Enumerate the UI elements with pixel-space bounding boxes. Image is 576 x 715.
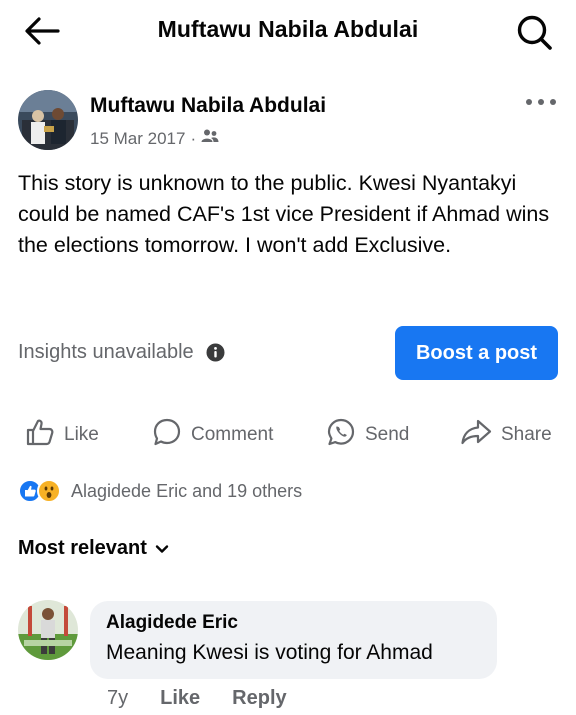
info-icon[interactable] (206, 343, 225, 362)
post-actions: Like Comment Send Share (0, 412, 576, 458)
insights-label: Insights unavailable (18, 341, 194, 363)
comment-text: Meaning Kwesi is voting for Ahmad (106, 641, 433, 664)
comment-button[interactable]: Comment (152, 412, 273, 458)
comment-actions: 7y Like Reply (107, 687, 319, 710)
comments-sort-dropdown[interactable]: Most relevant (18, 537, 169, 560)
more-horizontal-icon[interactable] (524, 94, 558, 114)
insights-row: Insights unavailable (18, 341, 225, 364)
thumbs-up-icon (25, 417, 64, 453)
send-button[interactable]: Send (326, 412, 409, 458)
comment-age: 7y (107, 687, 129, 709)
author-avatar[interactable] (18, 90, 78, 150)
top-bar: Muftawu Nabila Abdulai (0, 0, 576, 62)
search-icon[interactable] (514, 12, 554, 52)
friends-icon (201, 128, 219, 149)
sort-label: Most relevant (18, 537, 147, 559)
share-label: Share (501, 424, 552, 445)
comment-bubble[interactable]: Alagidede Eric Meaning Kwesi is voting f… (90, 601, 497, 679)
reaction-icons (18, 479, 61, 503)
post-text: This story is unknown to the public. Kwe… (18, 171, 550, 257)
post-author-name[interactable]: Muftawu Nabila Abdulai (90, 94, 326, 118)
reactions-summary[interactable]: Alagidede Eric and 19 others (18, 478, 302, 504)
whatsapp-icon (326, 417, 365, 453)
page-title: Muftawu Nabila Abdulai (157, 16, 419, 42)
comment-like-button[interactable]: Like (160, 687, 200, 710)
comment-bubble-icon (152, 417, 191, 453)
share-button[interactable]: Share (460, 412, 552, 458)
reactions-text: Alagidede Eric and 19 others (71, 480, 303, 501)
commenter-avatar[interactable] (18, 600, 78, 660)
comment-label: Comment (191, 424, 274, 445)
post-meta: 15 Mar 2017 · (90, 128, 219, 149)
post-header: Muftawu Nabila Abdulai 15 Mar 2017 · (18, 90, 558, 154)
like-button[interactable]: Like (25, 412, 99, 458)
like-label: Like (64, 424, 99, 445)
share-arrow-icon (460, 417, 501, 453)
comment-author[interactable]: Alagidede Eric (106, 611, 481, 635)
send-label: Send (365, 424, 410, 445)
comment-reply-button[interactable]: Reply (232, 687, 286, 710)
chevron-down-icon (147, 537, 169, 560)
meta-separator: · (190, 128, 197, 148)
wow-reaction-icon (37, 479, 61, 503)
post-date[interactable]: 15 Mar 2017 (90, 129, 185, 149)
boost-post-button[interactable]: Boost a post (395, 326, 558, 380)
